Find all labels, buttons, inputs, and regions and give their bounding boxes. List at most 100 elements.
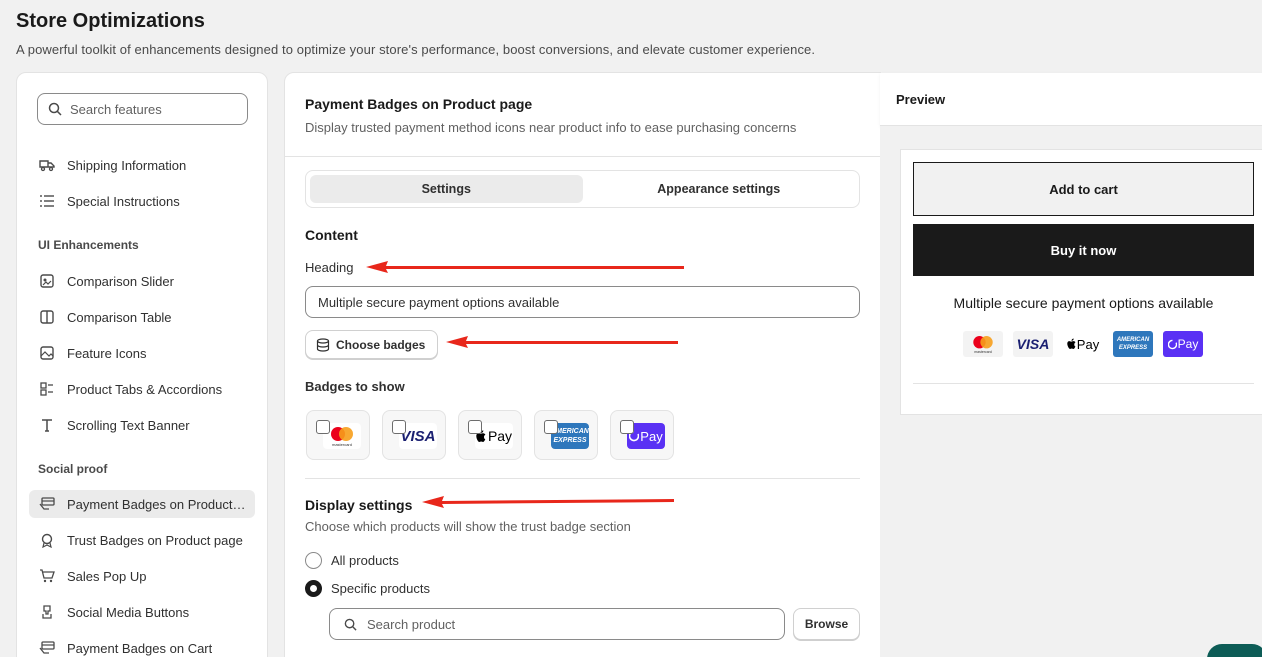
sidebar-item-comparison-slider[interactable]: Comparison Slider <box>29 267 255 295</box>
sidebar-item-label: Payment Badges on Cart <box>67 640 213 656</box>
database-icon <box>316 337 330 352</box>
sidebar-item-label: Product Tabs & Accordions <box>67 381 223 397</box>
display-settings-heading: Display settings <box>305 497 413 513</box>
shop-pay-wordmark: Pay <box>640 428 663 444</box>
preview-title: Preview <box>896 92 946 107</box>
display-settings-subtitle: Choose which products will show the trus… <box>305 519 631 534</box>
preview-badges-heading: Multiple secure payment options availabl… <box>953 295 1214 311</box>
search-product-input[interactable]: Search product <box>329 608 785 640</box>
annotation-arrow-choose-badges <box>446 336 678 348</box>
preview-divider <box>913 383 1254 384</box>
sidebar-item-feature-icons[interactable]: Feature Icons <box>29 339 255 367</box>
chat-widget-button[interactable] <box>1207 644 1262 657</box>
content-heading: Content <box>305 227 358 243</box>
share-icon <box>39 604 55 620</box>
amex-line2: EXPRESS <box>553 437 587 444</box>
visa-wordmark: VISA <box>1016 336 1050 352</box>
search-features-input[interactable]: Search features <box>37 93 248 125</box>
sidebar-item-label: Social Media Buttons <box>67 604 190 620</box>
sidebar-item-sales-pop-up[interactable]: Sales Pop Up <box>29 562 255 590</box>
badge-checkbox[interactable] <box>544 420 558 434</box>
badge-checkbox[interactable] <box>392 420 406 434</box>
sidebar-item-label: Comparison Table <box>67 309 172 325</box>
sidebar-item-label: Payment Badges on Product page <box>67 496 247 512</box>
badge-option-shop-pay[interactable]: Pay <box>610 410 674 460</box>
heading-input[interactable]: Multiple secure payment options availabl… <box>305 286 860 318</box>
browse-button[interactable]: Browse <box>793 608 860 640</box>
apple-pay-wordmark: Pay <box>1076 336 1100 352</box>
amex-line1: AMERICAN <box>1116 337 1150 343</box>
divider <box>305 478 860 479</box>
feature-title: Payment Badges on Product page <box>305 96 533 112</box>
shop-pay-wordmark: Pay <box>1177 337 1199 351</box>
sidebar-item-comparison-table[interactable]: Comparison Table <box>29 303 255 331</box>
tab-appearance-settings[interactable]: Appearance settings <box>583 175 856 203</box>
badge-checkbox[interactable] <box>316 420 330 434</box>
sidebar-item-product-tabs[interactable]: Product Tabs & Accordions <box>29 375 255 403</box>
badge-checkbox[interactable] <box>468 420 482 434</box>
add-to-cart-button[interactable]: Add to cart <box>913 162 1254 216</box>
card-icon <box>39 640 55 656</box>
visa-logo: VISA <box>1013 331 1053 357</box>
apple-pay-wordmark: Pay <box>487 428 513 444</box>
radio-specific-products[interactable]: Specific products <box>305 580 430 597</box>
radio-label: All products <box>331 553 399 568</box>
image-icon <box>39 345 55 361</box>
radio-button[interactable] <box>305 552 322 569</box>
sidebar-item-special-instructions[interactable]: Special Instructions <box>29 187 255 215</box>
heading-label: Heading <box>305 260 354 275</box>
apple-icon <box>1067 338 1076 349</box>
annotation-arrow-display-settings <box>422 496 674 508</box>
feature-subtitle: Display trusted payment method icons nea… <box>305 120 797 135</box>
search-product-placeholder: Search product <box>367 616 456 632</box>
text-icon <box>39 417 55 433</box>
preview-header: Preview <box>880 73 1262 126</box>
choose-badges-button[interactable]: Choose badges <box>305 330 438 359</box>
tabs-icon <box>39 381 55 397</box>
list-icon <box>39 193 55 209</box>
ribbon-icon <box>39 532 55 548</box>
sidebar-item-social-media-buttons[interactable]: Social Media Buttons <box>29 598 255 626</box>
truck-icon <box>39 157 55 173</box>
search-icon <box>344 618 357 631</box>
radio-label: Specific products <box>331 581 430 596</box>
preview-badges-row: mastercard VISA Pay AMERICAN EXPRESS Pay <box>963 331 1203 357</box>
annotation-arrow-heading <box>366 261 684 273</box>
sidebar-item-label: Trust Badges on Product page <box>67 532 243 548</box>
sidebar-item-label: Sales Pop Up <box>67 568 147 584</box>
amex-line2: EXPRESS <box>1118 345 1148 351</box>
sidebar-item-payment-badges-cart[interactable]: Payment Badges on Cart <box>29 634 255 657</box>
page-title: Store Optimizations <box>16 10 205 32</box>
sidebar: Search features Shipping Information Spe… <box>16 72 268 657</box>
sidebar-item-label: Scrolling Text Banner <box>67 417 190 433</box>
mastercard-wordmark: mastercard <box>332 442 352 447</box>
sidebar-item-trust-badges-product[interactable]: Trust Badges on Product page <box>29 526 255 554</box>
sidebar-item-label: Comparison Slider <box>67 273 174 289</box>
choose-badges-label: Choose badges <box>336 337 426 352</box>
page-subtitle: A powerful toolkit of enhancements desig… <box>16 42 816 57</box>
divider <box>285 156 880 157</box>
buy-it-now-button[interactable]: Buy it now <box>913 224 1254 276</box>
settings-card: Payment Badges on Product page Display t… <box>284 72 881 657</box>
tab-settings[interactable]: Settings <box>310 175 583 203</box>
section-social-proof: Social proof <box>38 462 108 476</box>
shop-pay-logo: Pay <box>1163 331 1203 357</box>
radio-all-products[interactable]: All products <box>305 552 399 569</box>
shop-icon <box>1167 339 1177 349</box>
sidebar-item-label: Feature Icons <box>67 345 147 361</box>
sidebar-item-payment-badges-product[interactable]: Payment Badges on Product page <box>29 490 255 518</box>
search-icon <box>48 102 62 116</box>
badge-option-mastercard[interactable]: mastercard <box>306 410 370 460</box>
radio-button-selected[interactable] <box>305 580 322 597</box>
apple-pay-logo: Pay <box>1063 331 1103 357</box>
section-ui-enhancements: UI Enhancements <box>38 238 139 252</box>
badge-checkbox[interactable] <box>620 420 634 434</box>
badge-option-american-express[interactable]: AMERICAN EXPRESS <box>534 410 598 460</box>
badge-option-visa[interactable]: VISA <box>382 410 446 460</box>
badges-to-show-label: Badges to show <box>305 379 405 394</box>
badge-option-apple-pay[interactable]: Pay <box>458 410 522 460</box>
mastercard-logo: mastercard <box>963 331 1003 357</box>
columns-icon <box>39 309 55 325</box>
sidebar-item-shipping-information[interactable]: Shipping Information <box>29 151 255 179</box>
sidebar-item-scrolling-text-banner[interactable]: Scrolling Text Banner <box>29 411 255 439</box>
